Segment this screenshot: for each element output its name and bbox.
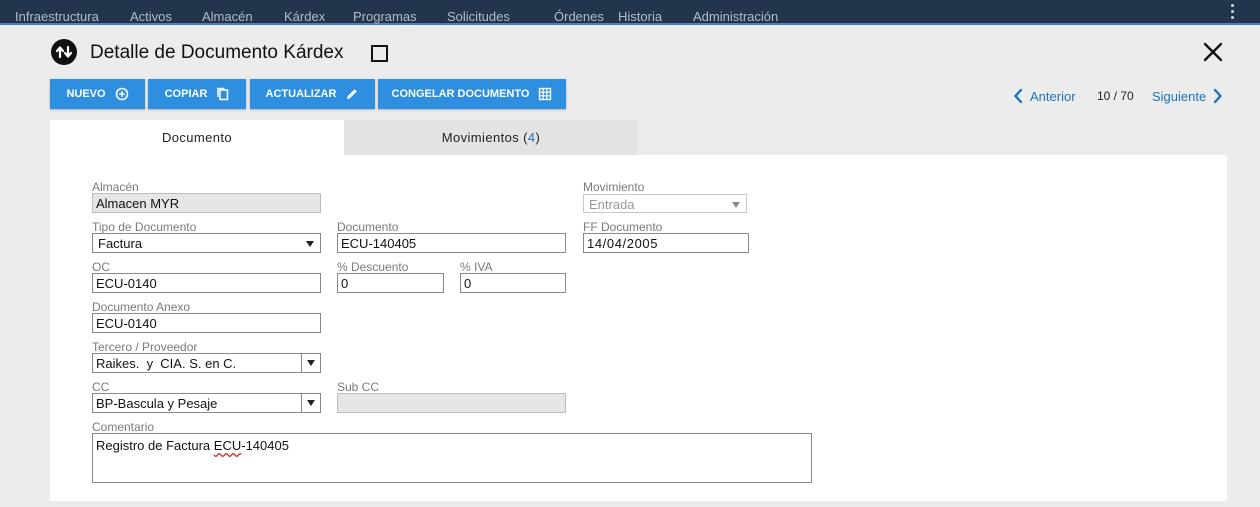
grid-freeze-icon (539, 87, 552, 101)
nav-item-almacen[interactable]: Almacén (202, 9, 253, 24)
top-navigation-bar: Infraestructura Activos Almacén Kárdex P… (0, 0, 1260, 25)
close-icon[interactable] (1202, 41, 1224, 63)
nav-item-kardex[interactable]: Kárdex (284, 9, 325, 24)
almacen-field: Almacen MYR (92, 193, 321, 213)
oc-input[interactable]: ECU-0140 (92, 273, 321, 293)
chevron-left-icon (1014, 88, 1023, 104)
freeze-checkbox[interactable] (371, 45, 388, 62)
movimiento-label: Movimiento (583, 180, 645, 194)
comentario-text-prefix: Registro de Factura (96, 438, 214, 453)
movimiento-value: Entrada (589, 197, 635, 212)
tercero-proveedor-combo[interactable]: Raikes. y CIA. S. en C. (92, 353, 321, 373)
copy-icon (217, 87, 229, 101)
documento-input[interactable]: ECU-140405 (337, 233, 566, 253)
ff-documento-input[interactable]: 14/04/2005 (583, 233, 749, 253)
pager-count: 10 / 70 (1097, 89, 1134, 103)
comentario-textarea[interactable]: Registro de Factura ECU-140405 (92, 433, 812, 483)
chevron-right-icon (1214, 88, 1222, 104)
tab-movimientos-label: Movimientos (441, 130, 520, 145)
documento-anexo-input[interactable]: ECU-0140 (92, 313, 321, 333)
nav-item-programas[interactable]: Programas (353, 9, 417, 24)
sub-cc-field (337, 393, 566, 413)
nav-item-administracion[interactable]: Administración (693, 9, 778, 24)
tipo-documento-select[interactable]: Factura (92, 233, 321, 253)
comentario-text-flagged: ECU (213, 438, 242, 453)
actualizar-button[interactable]: ACTUALIZAR (250, 79, 375, 109)
pager-next-label: Siguiente (1152, 88, 1207, 104)
nav-item-historia[interactable]: Historia (618, 9, 662, 24)
tab-documento-label: Documento (161, 130, 233, 145)
pager-previous-label: Anterior (1030, 88, 1076, 104)
movimiento-select: Entrada (583, 194, 747, 213)
tercero-proveedor-value: Raikes. y CIA. S. en C. (96, 356, 237, 371)
page-title: Detalle de Documento Kárdex (90, 42, 344, 63)
nav-item-solicitudes[interactable]: Solicitudes (447, 9, 510, 24)
dropdown-arrow-button[interactable] (301, 394, 320, 412)
copiar-button[interactable]: COPIAR (148, 79, 246, 109)
congelar-documento-button[interactable]: CONGELAR DOCUMENTO (378, 79, 566, 109)
copiar-button-label: COPIAR (164, 88, 208, 100)
dropdown-arrow-button[interactable] (301, 354, 320, 372)
tipo-documento-value: Factura (98, 236, 143, 251)
tab-movimientos[interactable]: Movimientos (4) (344, 120, 638, 155)
chevron-down-icon (732, 202, 740, 208)
comentario-text-suffix: -140405 (241, 438, 289, 453)
add-circle-icon (115, 87, 128, 101)
tab-documento[interactable]: Documento (50, 120, 344, 155)
cc-combo[interactable]: BP-Bascula y Pesaje (92, 393, 321, 413)
pager-next[interactable]: Siguiente (1152, 88, 1223, 104)
cc-value: BP-Bascula y Pesaje (96, 396, 218, 411)
nav-item-ordenes[interactable]: Órdenes (554, 9, 604, 24)
nav-item-infraestructura[interactable]: Infraestructura (15, 9, 99, 24)
actualizar-button-label: ACTUALIZAR (265, 88, 337, 100)
nav-item-activos[interactable]: Activos (130, 9, 172, 24)
exchange-arrows-icon (51, 39, 77, 65)
tab-movimientos-close: ) (535, 130, 541, 145)
chevron-down-icon (306, 241, 314, 247)
iva-input[interactable]: 0 (460, 273, 566, 293)
congelar-button-label: CONGELAR DOCUMENTO (391, 88, 530, 100)
edit-pencil-icon (347, 89, 358, 99)
pager-previous[interactable]: Anterior (1013, 88, 1076, 104)
more-options-icon[interactable] (1231, 4, 1235, 22)
nuevo-button-label: NUEVO (66, 88, 106, 100)
tab-movimientos-count: 4 (527, 130, 536, 145)
nuevo-button[interactable]: NUEVO (50, 79, 145, 109)
descuento-input[interactable]: 0 (337, 273, 444, 293)
